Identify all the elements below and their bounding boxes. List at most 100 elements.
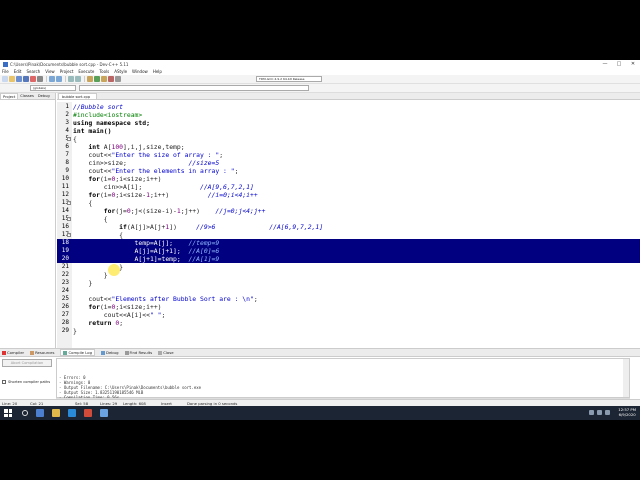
- code-line[interactable]: 23 }: [57, 279, 640, 287]
- code-line[interactable]: 26 for(i=0;i<size;i++): [57, 303, 640, 311]
- menu-window[interactable]: Window: [132, 69, 148, 74]
- tab-compile-log[interactable]: Compile Log: [60, 349, 96, 356]
- task-view-icon[interactable]: [36, 409, 44, 417]
- code-text: if(A[j]>A[j+1]) //9>6 //A[6,9,7,2,1]: [73, 223, 323, 231]
- edge-browser-icon[interactable]: [68, 409, 76, 417]
- redo-icon[interactable]: [56, 76, 62, 82]
- code-line[interactable]: 20 A[j+1]=temp; //A[1]=9: [57, 255, 640, 263]
- tab-classes[interactable]: Classes: [18, 93, 36, 99]
- file-explorer-icon[interactable]: [52, 409, 60, 417]
- log-scrollbar[interactable]: [623, 359, 629, 397]
- code-line[interactable]: 2 #include<iostream>: [57, 111, 640, 119]
- code-line[interactable]: 8 cin>>size; //size=5: [57, 159, 640, 167]
- code-line[interactable]: 3 using namespace std;: [57, 119, 640, 127]
- globals-select[interactable]: (globals): [30, 85, 76, 91]
- replace-icon[interactable]: [75, 76, 81, 82]
- tab-resources[interactable]: Resources: [30, 350, 54, 355]
- search-icon[interactable]: [22, 410, 28, 416]
- menu-help[interactable]: Help: [153, 69, 162, 74]
- windows-start-icon[interactable]: [4, 409, 12, 417]
- close-file-icon[interactable]: [30, 76, 36, 82]
- compile-run-icon[interactable]: [101, 76, 107, 82]
- code-line[interactable]: 18 temp=A[j]; //temp=9: [57, 239, 640, 247]
- code-line[interactable]: 4 int main(): [57, 127, 640, 135]
- code-line[interactable]: 25 cout<<"Elements after Bubble Sort are…: [57, 295, 640, 303]
- tab-compiler[interactable]: Compiler: [2, 350, 24, 355]
- code-line[interactable]: 16 if(A[j]>A[j+1]) //9>6 //A[6,9,7,2,1]: [57, 223, 640, 231]
- tab-debug[interactable]: Debug: [36, 93, 52, 99]
- code-token: "Enter the elements in array : ": [111, 167, 235, 175]
- menu-view[interactable]: View: [45, 69, 55, 74]
- volume-icon[interactable]: [597, 410, 602, 415]
- devcpp-taskbar-icon[interactable]: [100, 409, 108, 417]
- code-token: //size=5: [188, 159, 220, 167]
- debug-icon[interactable]: [115, 76, 121, 82]
- undo-icon[interactable]: [49, 76, 55, 82]
- mouse-cursor-highlight: [108, 264, 120, 276]
- fold-toggle-icon[interactable]: -: [67, 201, 71, 205]
- run-icon[interactable]: [94, 76, 100, 82]
- menu-search[interactable]: Search: [26, 69, 40, 74]
- battery-icon[interactable]: [605, 410, 610, 415]
- save-all-icon[interactable]: [23, 76, 29, 82]
- code-line[interactable]: 11 cin>>A[i]; //A[9,6,7,2,1]: [57, 183, 640, 191]
- network-icon[interactable]: [589, 410, 594, 415]
- members-select[interactable]: [79, 85, 309, 91]
- compile-log-output[interactable]: - Errors: 0- Warnings: 0- Output Filenam…: [56, 358, 630, 400]
- menu-astyle[interactable]: AStyle: [114, 69, 127, 74]
- maximize-button[interactable]: □: [612, 60, 626, 68]
- menu-edit[interactable]: Edit: [14, 69, 22, 74]
- code-line[interactable]: 15- {: [57, 215, 640, 223]
- code-line[interactable]: 1 //Bubble sort: [57, 103, 640, 111]
- tab-find-results[interactable]: Find Results: [124, 350, 152, 355]
- code-line[interactable]: 22 }: [57, 271, 640, 279]
- code-line[interactable]: 13- {: [57, 199, 640, 207]
- code-line[interactable]: 27 cout<<A[i]<<" ";: [57, 311, 640, 319]
- tab-project[interactable]: Project: [0, 93, 19, 99]
- fold-toggle-icon[interactable]: -: [67, 137, 71, 141]
- code-line[interactable]: 29}: [57, 327, 640, 335]
- store-icon[interactable]: [84, 409, 92, 417]
- print-icon[interactable]: [37, 76, 43, 82]
- code-token: ;j<(size-i)-: [130, 207, 177, 215]
- clock[interactable]: 12:57 PM 6/9/2020: [618, 407, 636, 417]
- code-line[interactable]: 12 for(i=0;i<size-1;i++) //i=0;i<4;i++: [57, 191, 640, 199]
- menu-file[interactable]: File: [2, 69, 9, 74]
- new-file-icon[interactable]: [2, 76, 8, 82]
- code-token: for: [88, 303, 100, 311]
- title-bar: C:\Users\Pinak\Documents\bubble sort.cpp…: [0, 60, 640, 68]
- code-line[interactable]: 17- {: [57, 231, 640, 239]
- tab-close[interactable]: Close: [158, 350, 174, 355]
- compile-icon[interactable]: [87, 76, 93, 82]
- checkbox-box[interactable]: [2, 380, 6, 384]
- code-line[interactable]: 21 }: [57, 263, 640, 271]
- close-button[interactable]: ✕: [626, 60, 640, 68]
- code-line[interactable]: 6 int A[100],i,j,size,temp;: [57, 143, 640, 151]
- menu-execute[interactable]: Execute: [78, 69, 94, 74]
- code-line[interactable]: 28 return 0;: [57, 319, 640, 327]
- menu-project[interactable]: Project: [60, 69, 74, 74]
- minimize-button[interactable]: —: [598, 60, 612, 68]
- code-line[interactable]: 14 for(j=0;j<(size-i)-1;j++) //j=0;j<4;j…: [57, 207, 640, 215]
- find-icon[interactable]: [68, 76, 74, 82]
- shorten-paths-checkbox[interactable]: Shorten compiler paths: [2, 380, 50, 384]
- abort-compilation-button[interactable]: Abort Compilation: [2, 359, 52, 367]
- code-token: int: [88, 143, 100, 151]
- code-line[interactable]: 19 A[j]=A[j+1]; //A[0]=6: [57, 247, 640, 255]
- tab-debug-bottom[interactable]: Debug: [101, 350, 119, 355]
- fold-toggle-icon[interactable]: -: [67, 233, 71, 237]
- code-line[interactable]: 24: [57, 287, 640, 295]
- fold-toggle-icon[interactable]: -: [67, 217, 71, 221]
- code-token: A[: [99, 143, 112, 151]
- rebuild-icon[interactable]: [108, 76, 114, 82]
- compiler-select[interactable]: TDM-GCC 4.9.2 64-bit Release: [256, 76, 322, 82]
- code-line[interactable]: 7 cout<<"Enter the size of array : ";: [57, 151, 640, 159]
- code-line[interactable]: 5-{: [57, 135, 640, 143]
- save-icon[interactable]: [16, 76, 22, 82]
- code-text: for(i=0;i<size-1;i++) //i=0;i<4;i++: [73, 191, 257, 199]
- code-line[interactable]: 10 for(i=0;i<size;i++): [57, 175, 640, 183]
- open-folder-icon[interactable]: [9, 76, 15, 82]
- tab-bubble-sort-cpp[interactable]: bubble sort.cpp: [58, 93, 98, 99]
- code-line[interactable]: 9 cout<<"Enter the elements in array : "…: [57, 167, 640, 175]
- menu-tools[interactable]: Tools: [99, 69, 109, 74]
